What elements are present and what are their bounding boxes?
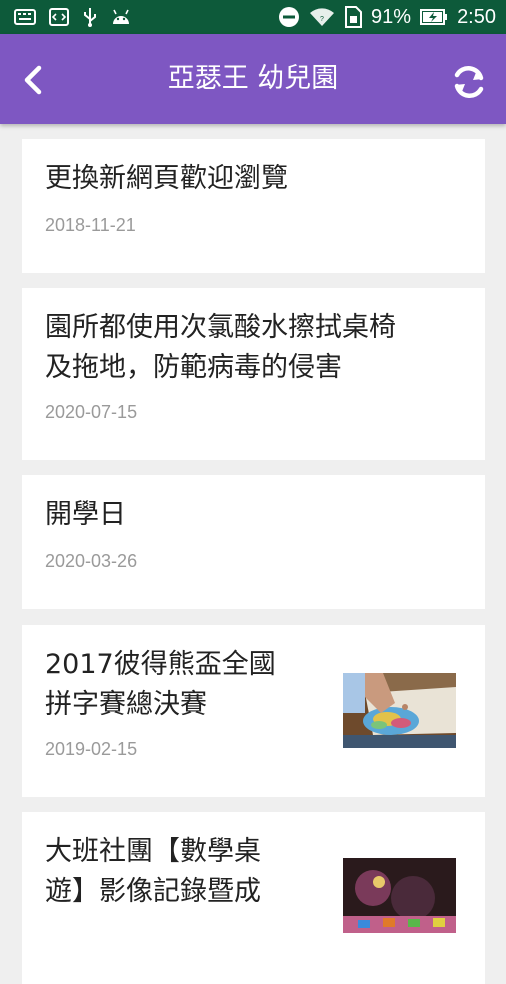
news-thumbnail xyxy=(343,673,456,748)
clock: 2:50 xyxy=(457,6,496,28)
toy-photo xyxy=(343,858,456,933)
news-title: 2017彼得熊盃全國 xyxy=(45,649,276,680)
refresh-icon xyxy=(454,65,484,99)
svg-text:?: ? xyxy=(320,16,324,23)
wifi-icon: ? xyxy=(310,8,335,26)
news-title: 拼字賽總決賽 xyxy=(45,689,207,720)
news-date: 2020-07-15 xyxy=(45,402,138,422)
status-bar: ? 91% 2:50 xyxy=(0,0,506,34)
app-bar: 亞瑟王 幼兒園 xyxy=(0,34,506,124)
list-item[interactable]: 開學日 2020-03-26 xyxy=(22,475,485,609)
list-item[interactable]: 更換新網頁歡迎瀏覽 2018-11-21 xyxy=(22,139,485,273)
do-not-disturb-icon xyxy=(279,7,300,27)
news-date: 2018-11-21 xyxy=(45,215,136,235)
news-thumbnail xyxy=(343,858,456,933)
usb-icon xyxy=(84,8,96,27)
news-title: 遊】影像記錄暨成 xyxy=(45,876,261,907)
refresh-button[interactable] xyxy=(450,63,488,101)
painting-photo xyxy=(343,673,456,748)
battery-percent: 91% xyxy=(371,6,412,28)
news-title: 園所都使用次氯酸水擦拭桌椅 xyxy=(45,312,396,343)
news-title: 開學日 xyxy=(45,499,126,530)
news-title: 及拖地，防範病毒的侵害 xyxy=(45,352,342,383)
list-item[interactable]: 園所都使用次氯酸水擦拭桌椅 及拖地，防範病毒的侵害 2020-07-15 xyxy=(22,288,485,460)
sim-icon xyxy=(345,6,363,28)
news-date: 2020-03-26 xyxy=(45,551,138,571)
news-title: 大班社團【數學桌 xyxy=(45,836,261,867)
list-item[interactable]: 大班社團【數學桌 遊】影像記錄暨成 xyxy=(22,812,485,984)
code-icon xyxy=(49,8,69,26)
news-title: 更換新網頁歡迎瀏覽 xyxy=(45,163,288,194)
page-title: 亞瑟王 幼兒園 xyxy=(167,63,339,94)
battery-charging-icon xyxy=(420,9,448,25)
list-item[interactable]: 2017彼得熊盃全國 拼字賽總決賽 2019-02-15 xyxy=(22,625,485,797)
news-date: 2019-02-15 xyxy=(45,739,138,759)
keyboard-icon xyxy=(14,9,36,25)
android-icon xyxy=(113,9,129,24)
